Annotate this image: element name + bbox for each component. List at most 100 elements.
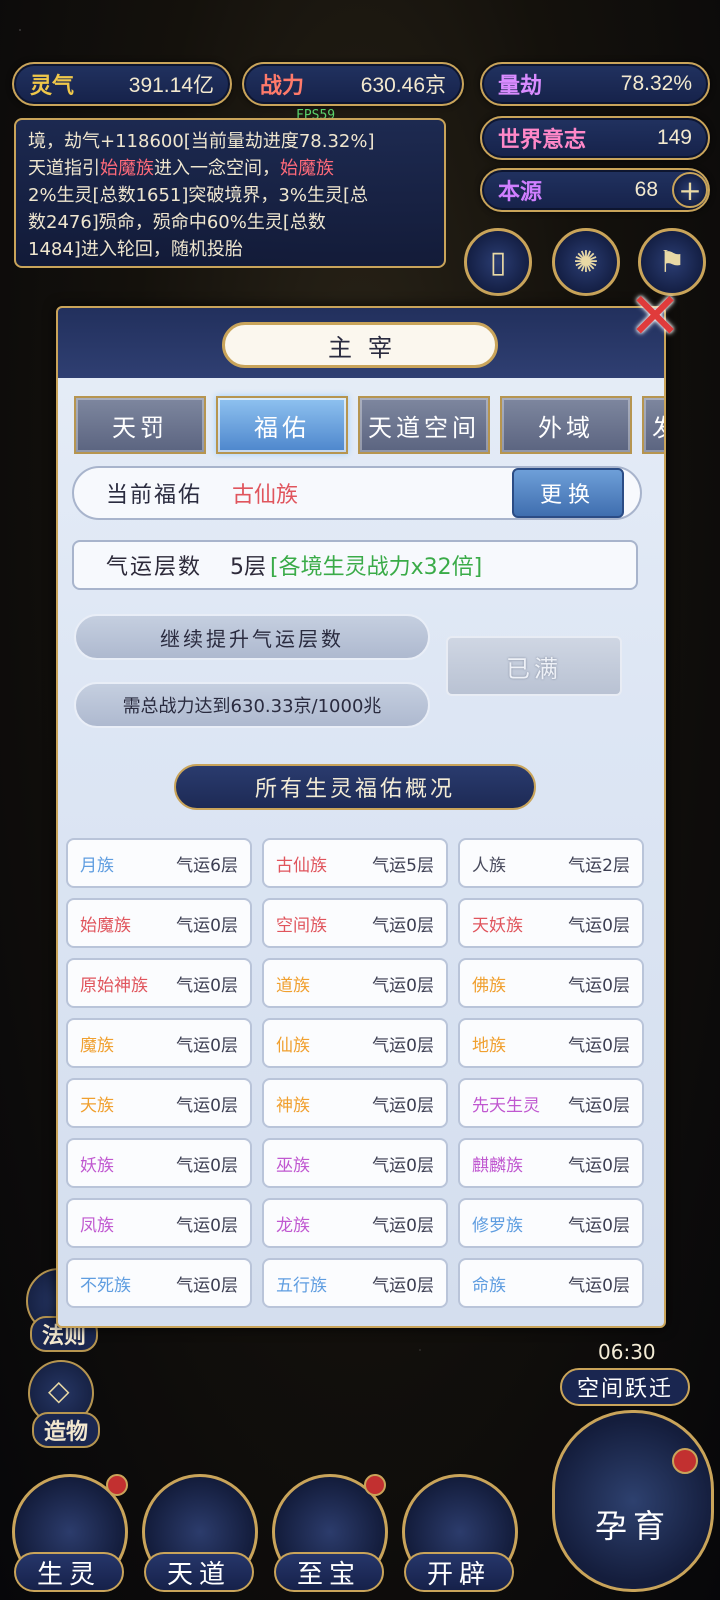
master-dialog: 主宰 天罚 福佑 天道空间 外域 发 当前福佑 古仙族 更换 气运层数 5层 [… bbox=[56, 306, 666, 1328]
race-name: 佛族 bbox=[472, 975, 506, 996]
race-luck-level: 气运0层 bbox=[176, 1215, 238, 1236]
race-luck-level: 气运0层 bbox=[568, 1215, 630, 1236]
race-name: 麒麟族 bbox=[472, 1155, 523, 1176]
jump-timer: 06:30 bbox=[598, 1340, 656, 1364]
luck-level-label: 气运层数 bbox=[106, 555, 203, 580]
race-luck-level: 气运0层 bbox=[176, 1095, 238, 1116]
race-luck-level: 气运0层 bbox=[568, 1035, 630, 1056]
continue-upgrade-label: 继续提升气运层数 bbox=[74, 614, 430, 660]
tab-fuyou[interactable]: 福佑 bbox=[216, 396, 348, 454]
race-name: 龙族 bbox=[276, 1215, 310, 1236]
log-line: 1484]进入轮回，随机投胎 bbox=[28, 239, 243, 260]
race-luck-level: 气运0层 bbox=[372, 1035, 434, 1056]
race-luck-level: 气运0层 bbox=[568, 915, 630, 936]
change-button[interactable]: 更换 bbox=[512, 468, 624, 518]
race-name: 不死族 bbox=[80, 1275, 131, 1296]
race-luck-level: 气运0层 bbox=[176, 975, 238, 996]
race-name: 命族 bbox=[472, 1275, 506, 1296]
race-name: 凤族 bbox=[80, 1215, 114, 1236]
race-luck-level: 气运0层 bbox=[372, 975, 434, 996]
race-cell: 古仙族 气运5层 bbox=[262, 838, 448, 888]
close-icon: ✕ bbox=[628, 280, 682, 354]
race-cell: 月族 气运6层 bbox=[66, 838, 252, 888]
race-luck-level: 气运6层 bbox=[176, 855, 238, 876]
race-name: 魔族 bbox=[80, 1035, 114, 1056]
liangjie-stat: 量劫 78.32% bbox=[480, 62, 710, 106]
lingqi-label: 灵气 bbox=[30, 74, 75, 99]
race-name: 空间族 bbox=[276, 915, 327, 936]
notification-dot bbox=[364, 1474, 386, 1496]
race-cell: 五行族 气运0层 bbox=[262, 1258, 448, 1308]
dialog-title: 主宰 bbox=[222, 322, 498, 368]
race-cell: 佛族 气运0层 bbox=[458, 958, 644, 1008]
add-benyuan-button[interactable]: + bbox=[672, 172, 708, 208]
tab-waiyu[interactable]: 外域 bbox=[500, 396, 632, 454]
race-luck-level: 气运0层 bbox=[176, 1155, 238, 1176]
notification-dot bbox=[672, 1448, 698, 1474]
shengling-label: 生灵 bbox=[14, 1552, 124, 1592]
lingqi-stat: 灵气 391.14亿 bbox=[12, 62, 232, 106]
benyuan-value: 68 bbox=[634, 178, 658, 201]
race-name: 先天生灵 bbox=[472, 1095, 540, 1116]
race-cell: 命族 气运0层 bbox=[458, 1258, 644, 1308]
race-name: 修罗族 bbox=[472, 1215, 523, 1236]
race-name: 天族 bbox=[80, 1095, 114, 1116]
tiandao-label: 天道 bbox=[144, 1552, 254, 1592]
tab-tiandao-space[interactable]: 天道空间 bbox=[358, 396, 490, 454]
log-line: 境，劫气+118600[当前量劫进度78.32%] bbox=[28, 131, 375, 152]
race-luck-level: 气运0层 bbox=[372, 915, 434, 936]
race-cell: 原始神族 气运0层 bbox=[66, 958, 252, 1008]
race-cell: 始魔族 气运0层 bbox=[66, 898, 252, 948]
full-button[interactable]: 已满 bbox=[446, 636, 622, 696]
race-luck-level: 气运5层 bbox=[372, 855, 434, 876]
race-name: 道族 bbox=[276, 975, 310, 996]
tab-more[interactable]: 发 bbox=[642, 396, 664, 454]
race-name: 古仙族 bbox=[276, 855, 327, 876]
tab-tianfa[interactable]: 天罚 bbox=[74, 396, 206, 454]
race-cell: 麒麟族 气运0层 bbox=[458, 1138, 644, 1188]
luck-level-row: 气运层数 5层 [各境生灵战力x32倍] bbox=[72, 540, 638, 590]
current-blessing-value: 古仙族 bbox=[232, 483, 299, 508]
plus-icon: + bbox=[678, 173, 702, 207]
race-name: 人族 bbox=[472, 855, 506, 876]
zhibao-label: 至宝 bbox=[274, 1552, 384, 1592]
race-cell: 修罗族 气运0层 bbox=[458, 1198, 644, 1248]
flag-icon: ⚑ bbox=[658, 244, 686, 280]
race-cell: 魔族 气运0层 bbox=[66, 1018, 252, 1068]
race-cell: 龙族 气运0层 bbox=[262, 1198, 448, 1248]
zhanli-label: 战力 bbox=[260, 74, 305, 99]
close-button[interactable]: ✕ bbox=[626, 280, 684, 354]
race-luck-level: 气运0层 bbox=[372, 1095, 434, 1116]
race-name: 地族 bbox=[472, 1035, 506, 1056]
scroll-button[interactable]: ▯ bbox=[464, 228, 532, 296]
race-name: 五行族 bbox=[276, 1275, 327, 1296]
race-luck-level: 气运0层 bbox=[176, 1035, 238, 1056]
race-luck-level: 气运0层 bbox=[176, 915, 238, 936]
race-name: 原始神族 bbox=[80, 975, 148, 996]
race-luck-level: 气运0层 bbox=[568, 1275, 630, 1296]
vortex-button[interactable]: ✺ bbox=[552, 228, 620, 296]
race-name: 巫族 bbox=[276, 1155, 310, 1176]
race-luck-level: 气运2层 bbox=[568, 855, 630, 876]
race-cell: 人族 气运2层 bbox=[458, 838, 644, 888]
section-title: 所有生灵福佑概况 bbox=[174, 764, 536, 810]
log-line: 2%生灵[总数1651]突破境界，3%生灵[总 bbox=[28, 185, 368, 206]
yunyu-label: 孕育 bbox=[594, 1507, 671, 1545]
race-cell: 神族 气运0层 bbox=[262, 1078, 448, 1128]
race-luck-level: 气运0层 bbox=[372, 1215, 434, 1236]
kaipi-label: 开辟 bbox=[404, 1552, 514, 1592]
race-name: 妖族 bbox=[80, 1155, 114, 1176]
benyuan-label: 本源 bbox=[498, 180, 543, 205]
shijie-value: 149 bbox=[656, 126, 692, 149]
race-name: 月族 bbox=[80, 855, 114, 876]
race-cell: 空间族 气运0层 bbox=[262, 898, 448, 948]
log-line: 数2476]殒命，殒命中60%生灵[总数 bbox=[28, 212, 326, 233]
race-luck-level: 气运0层 bbox=[372, 1155, 434, 1176]
space-jump-button[interactable]: 空间跃迁 bbox=[560, 1368, 690, 1406]
race-name: 始魔族 bbox=[80, 915, 131, 936]
race-luck-level: 气运0层 bbox=[568, 975, 630, 996]
tab-bar: 天罚 福佑 天道空间 外域 发 bbox=[74, 396, 664, 454]
race-name: 天妖族 bbox=[472, 915, 523, 936]
race-cell: 天妖族 气运0层 bbox=[458, 898, 644, 948]
diamond-icon: ◇ bbox=[48, 1374, 70, 1407]
